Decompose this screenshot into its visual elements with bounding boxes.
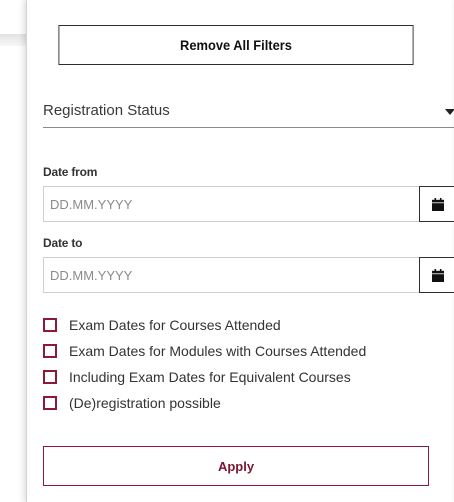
checkbox-courses-attended[interactable]: Exam Dates for Courses Attended [43,312,366,338]
checkbox-square[interactable] [43,344,57,358]
apply-button[interactable]: Apply [43,446,429,486]
checkbox-label: (De)registration possible [69,395,221,411]
checkbox-label: Exam Dates for Courses Attended [69,317,281,333]
remove-all-filters-label: Remove All Filters [180,37,292,53]
date-to-input[interactable] [43,257,419,293]
date-from-input[interactable] [43,186,419,222]
checkbox-label: Exam Dates for Modules with Courses Atte… [69,343,367,359]
date-to-label: Date to [43,236,83,250]
registration-status-select[interactable]: Registration Status [43,92,454,128]
filter-panel: Remove All Filters Registration Status D… [26,0,454,502]
checkbox-label: Including Exam Dates for Equivalent Cour… [69,369,351,385]
checkbox-deregistration-possible[interactable]: (De)registration possible [43,390,366,416]
date-from-calendar-button[interactable] [419,186,454,222]
calendar-icon [432,268,444,282]
checkbox-square[interactable] [43,396,57,410]
remove-all-filters-button[interactable]: Remove All Filters [58,25,414,65]
checkbox-square[interactable] [43,370,57,384]
checkbox-square[interactable] [43,318,57,332]
date-from-row [43,186,454,222]
date-to-calendar-button[interactable] [419,257,454,293]
caret-down-icon [445,108,454,115]
checkbox-list: Exam Dates for Courses Attended Exam Dat… [43,312,366,416]
checkbox-equivalent-courses[interactable]: Including Exam Dates for Equivalent Cour… [43,364,366,390]
checkbox-modules-courses-attended[interactable]: Exam Dates for Modules with Courses Atte… [43,338,366,364]
date-to-row [43,257,454,293]
calendar-icon [432,197,444,211]
apply-label: Apply [217,458,255,474]
date-from-label: Date from [43,165,98,179]
registration-status-label: Registration Status [43,102,170,119]
